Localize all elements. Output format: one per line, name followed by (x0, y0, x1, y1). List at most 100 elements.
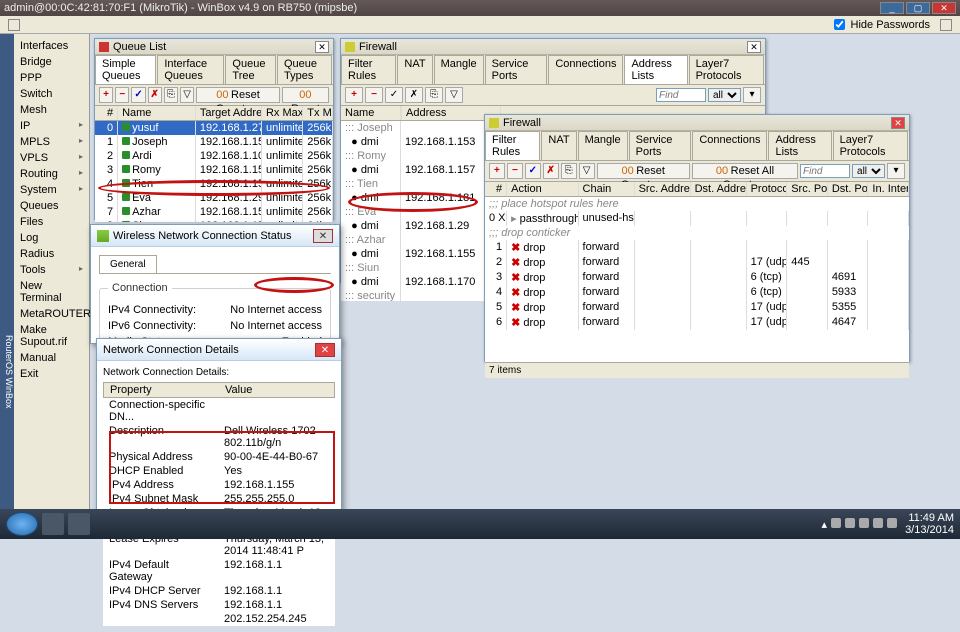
tab[interactable]: Queue Tree (225, 55, 276, 84)
disable-button[interactable]: ✗ (543, 163, 559, 179)
table-row[interactable]: 2Ardi192.168.1.108unlimited256k (95, 149, 333, 163)
find-scope[interactable]: all (852, 164, 885, 178)
find-go-button[interactable]: ▾ (887, 163, 905, 179)
menu-item-make-supout.rif[interactable]: Make Supout.rif (14, 322, 89, 350)
add-button[interactable]: + (345, 87, 363, 103)
menu-item-exit[interactable]: Exit (14, 366, 89, 382)
table-row[interactable]: 7Azhar192.168.1.155unlimited256k (95, 205, 333, 219)
menu-item-log[interactable]: Log (14, 230, 89, 246)
hide-passwords-checkbox[interactable] (834, 19, 845, 30)
table-row[interactable]: 0yusuf192.168.1.27unlimited256k (95, 121, 333, 135)
col-protocol[interactable]: Protocol (747, 182, 788, 196)
col-dst-port[interactable]: Dst. Port (828, 182, 869, 196)
tab[interactable]: Layer7 Protocols (833, 131, 908, 160)
col-dst-addr[interactable]: Dst. Address (691, 182, 747, 196)
tab[interactable]: Service Ports (629, 131, 692, 160)
tab[interactable]: Filter Rules (341, 55, 396, 84)
table-row[interactable]: 1✖dropforward (485, 240, 909, 255)
dialog-close-button[interactable]: ✕ (313, 229, 333, 243)
table-row[interactable]: 4Tien192.168.1.153unlimited256k (95, 177, 333, 191)
panel-close-button[interactable]: ✕ (891, 117, 905, 129)
remove-button[interactable]: − (507, 163, 523, 179)
tab[interactable]: NAT (541, 131, 576, 160)
disable-button[interactable]: ✗ (148, 87, 162, 103)
menu-item-files[interactable]: Files (14, 214, 89, 230)
minimize-button[interactable]: _ (880, 2, 904, 14)
task-item[interactable] (68, 513, 90, 535)
menu-item-vpls[interactable]: VPLS▸ (14, 150, 89, 166)
tab[interactable]: Mangle (434, 55, 484, 84)
table-row[interactable]: 5Eva192.168.1.29unlimited256k (95, 191, 333, 205)
col-name[interactable]: Name (341, 106, 401, 120)
clock-time[interactable]: 11:49 AM (905, 512, 954, 524)
menu-item-queues[interactable]: Queues (14, 198, 89, 214)
task-item[interactable] (42, 513, 64, 535)
clock-date[interactable]: 3/13/2014 (905, 524, 954, 536)
tray-icon[interactable] (845, 518, 855, 528)
col-name[interactable]: Name (118, 106, 196, 120)
menu-item-mpls[interactable]: MPLS▸ (14, 134, 89, 150)
filter-rules-grid[interactable]: # Action Chain Src. Address Dst. Address… (485, 182, 909, 362)
panel-close-button[interactable]: ✕ (315, 41, 329, 53)
dialog-close-button[interactable]: ✕ (315, 343, 335, 357)
col-value[interactable]: Value (219, 383, 334, 397)
col-rx[interactable]: Rx Max Limit (262, 106, 303, 120)
table-row[interactable]: 4✖dropforward6 (tcp)5933 (485, 285, 909, 300)
col-num[interactable]: # (95, 106, 118, 120)
close-button[interactable]: ✕ (932, 2, 956, 14)
tab[interactable]: Simple Queues (95, 55, 156, 84)
filter-button[interactable]: ▽ (445, 87, 463, 103)
remove-button[interactable]: − (365, 87, 383, 103)
table-row[interactable]: 2✖dropforward17 (udp)445 (485, 255, 909, 270)
tab[interactable]: Connections (548, 55, 623, 84)
find-input[interactable] (656, 88, 706, 102)
tab-general[interactable]: General (99, 255, 157, 273)
menu-item-tools[interactable]: Tools▸ (14, 262, 89, 278)
app-menu-icon[interactable] (940, 19, 952, 31)
panel-close-button[interactable]: ✕ (747, 41, 761, 53)
table-row[interactable]: 1Joseph192.168.1.153unlimited256k (95, 135, 333, 149)
col-chain[interactable]: Chain (579, 182, 635, 196)
add-button[interactable]: + (99, 87, 113, 103)
menu-item-mesh[interactable]: Mesh (14, 102, 89, 118)
tab[interactable]: Mangle (578, 131, 628, 160)
enable-button[interactable]: ✓ (131, 87, 145, 103)
menu-item-routing[interactable]: Routing▸ (14, 166, 89, 182)
tray-icon[interactable] (859, 518, 869, 528)
table-row[interactable]: 3Romy192.168.1.157unlimited256k (95, 163, 333, 177)
col-tx[interactable]: Tx Max (303, 106, 333, 120)
reset-counters-button[interactable]: 00 Reset Counters (196, 87, 280, 103)
col-in-interface[interactable]: In. Inter... (868, 182, 909, 196)
table-row[interactable]: 5✖dropforward17 (udp)5355 (485, 300, 909, 315)
find-input[interactable] (800, 164, 850, 178)
tab[interactable]: Queue Types (277, 55, 332, 84)
col-action[interactable]: Action (507, 182, 578, 196)
reset-all-button[interactable]: 00 Reset (282, 87, 329, 103)
enable-button[interactable]: ✓ (385, 87, 403, 103)
menu-item-metarouter[interactable]: MetaROUTER (14, 306, 89, 322)
table-row[interactable]: 3✖dropforward6 (tcp)4691 (485, 270, 909, 285)
tab[interactable]: Layer7 Protocols (689, 55, 764, 84)
comment-button[interactable]: ⎘ (425, 87, 443, 103)
menu-item-ppp[interactable]: PPP (14, 70, 89, 86)
tray-up-icon[interactable]: ▴ (822, 518, 828, 531)
col-num[interactable]: # (485, 182, 507, 196)
menu-item-ip[interactable]: IP▸ (14, 118, 89, 134)
enable-button[interactable]: ✓ (525, 163, 541, 179)
menu-item-interfaces[interactable]: Interfaces (14, 38, 89, 54)
remove-button[interactable]: − (115, 87, 129, 103)
comment-button[interactable]: ⎘ (164, 87, 178, 103)
disable-button[interactable]: ✗ (405, 87, 423, 103)
menu-item-manual[interactable]: Manual (14, 350, 89, 366)
maximize-button[interactable]: ▢ (906, 2, 930, 14)
tray-icon[interactable] (831, 518, 841, 528)
start-button[interactable] (6, 512, 38, 536)
col-property[interactable]: Property (104, 383, 219, 397)
tray-icon[interactable] (873, 518, 883, 528)
menu-item-system[interactable]: System▸ (14, 182, 89, 198)
table-row[interactable]: 0 X▸passthroughunused-hs... (485, 211, 909, 226)
queue-grid[interactable]: # Name Target Address Rx Max Limit Tx Ma… (95, 106, 333, 222)
comment-button[interactable]: ⎘ (561, 163, 577, 179)
col-target[interactable]: Target Address (196, 106, 262, 120)
col-src-addr[interactable]: Src. Address (635, 182, 691, 196)
